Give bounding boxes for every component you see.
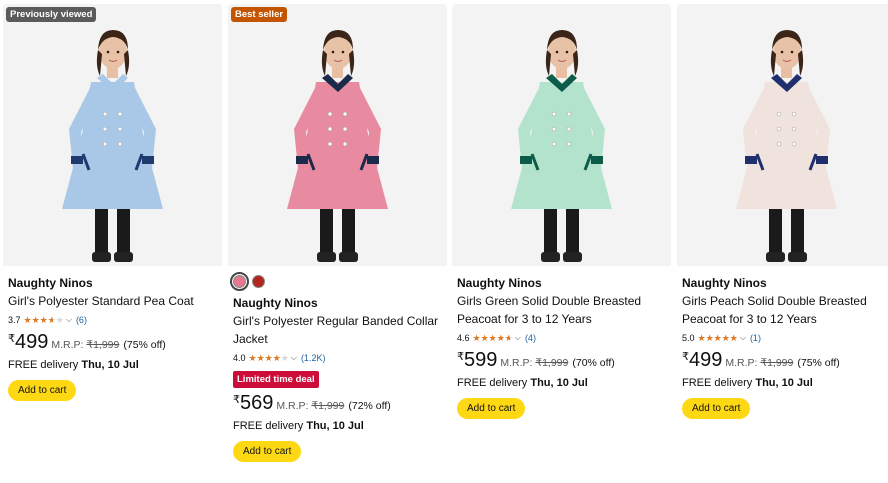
chevron-down-icon[interactable]: ⌵: [740, 333, 746, 343]
brand-name: Naughty Ninos: [233, 296, 318, 310]
color-swatch[interactable]: [252, 275, 265, 288]
brand-name: Naughty Ninos: [682, 276, 767, 290]
product-title-link[interactable]: Girls Green Solid Double Breasted Peacoa…: [457, 292, 669, 328]
discount-percent: (75% off): [797, 357, 840, 369]
delivery-date: Thu, 10 Jul: [530, 377, 588, 389]
price-row: ₹499 M.R.P: ₹1,999 (75% off): [8, 331, 220, 353]
mrp: M.R.P: ₹1,999: [500, 357, 568, 369]
discount-percent: (75% off): [123, 339, 166, 351]
product-title-link[interactable]: Girl's Polyester Standard Pea Coat: [8, 292, 220, 310]
price-row: ₹569 M.R.P: ₹1,999 (72% off): [233, 392, 445, 414]
rating-count-link[interactable]: (1): [750, 333, 761, 343]
chevron-down-icon[interactable]: ⌵: [515, 333, 521, 343]
product-info: Naughty Ninos Girl's Polyester Standard P…: [8, 271, 220, 401]
price-row: ₹599 M.R.P: ₹1,999 (70% off): [457, 349, 669, 371]
add-to-cart-button[interactable]: Add to cart: [457, 398, 526, 419]
rating-value: 4.0: [233, 353, 246, 363]
mrp-value: ₹1,999: [760, 357, 794, 369]
delivery-info: FREE delivery Thu, 10 Jul: [682, 376, 888, 390]
mrp-label: M.R.P:: [276, 400, 309, 412]
rating-count-link[interactable]: (1.2K): [301, 353, 326, 363]
rating-row[interactable]: 5.0 ★★★★★ ★★★★★ ⌵ (1): [682, 331, 888, 345]
girl-in-coat-illustration: [228, 4, 447, 266]
price: 599: [464, 349, 498, 371]
mrp: M.R.P: ₹1,999: [51, 339, 119, 351]
limited-time-deal-badge: Limited time deal: [233, 371, 319, 388]
chevron-down-icon[interactable]: ⌵: [291, 353, 297, 363]
rating-row[interactable]: 4.6 ★★★★★ ★★★★★ ⌵ (4): [457, 331, 669, 345]
best-seller-badge: Best seller: [231, 7, 288, 22]
delivery-prefix: FREE delivery: [8, 359, 79, 371]
rating-count-link[interactable]: (4): [525, 333, 536, 343]
mrp-value: ₹1,999: [311, 400, 345, 412]
currency-symbol: ₹: [682, 351, 689, 363]
mrp-value: ₹1,999: [86, 339, 120, 351]
mrp: M.R.P: ₹1,999: [725, 357, 793, 369]
add-to-cart-button[interactable]: Add to cart: [682, 398, 751, 419]
brand-name: Naughty Ninos: [457, 276, 542, 290]
girl-in-coat-illustration: [3, 4, 222, 266]
delivery-date: Thu, 10 Jul: [306, 420, 364, 432]
price: 569: [240, 392, 274, 414]
product-image[interactable]: Previously viewed: [3, 4, 222, 266]
delivery-info: FREE delivery Thu, 10 Jul: [457, 376, 669, 390]
girl-in-coat-illustration: [677, 4, 888, 266]
add-to-cart-button[interactable]: Add to cart: [233, 441, 302, 462]
price-row: ₹499 M.R.P: ₹1,999 (75% off): [682, 349, 888, 371]
rating-row[interactable]: 4.0★★★★★★★★★★⌵ (1.2K): [233, 351, 445, 365]
rating-row[interactable]: 3.7★★★★★★★★★★⌵ (6): [8, 313, 220, 327]
price: 499: [689, 349, 723, 371]
color-swatches: [230, 272, 445, 291]
product-title-link[interactable]: Girls Peach Solid Double Breasted Peacoa…: [682, 292, 888, 328]
product-info: Naughty Ninos Girls Green Solid Double Br…: [457, 271, 669, 419]
brand-name: Naughty Ninos: [8, 276, 93, 290]
product-title-link[interactable]: Girl's Polyester Regular Banded Collar J…: [233, 312, 445, 348]
add-to-cart-button[interactable]: Add to cart: [8, 380, 77, 401]
mrp-label: M.R.P:: [51, 339, 84, 351]
delivery-prefix: FREE delivery: [682, 377, 753, 389]
mrp-label: M.R.P:: [725, 357, 758, 369]
delivery-prefix: FREE delivery: [457, 377, 528, 389]
color-swatch[interactable]: [230, 272, 249, 291]
rating-count-link[interactable]: (6): [76, 315, 87, 325]
chevron-down-icon[interactable]: ⌵: [66, 315, 72, 325]
rating-value: 5.0: [682, 333, 695, 343]
discount-percent: (72% off): [348, 400, 391, 412]
product-image[interactable]: [452, 4, 671, 266]
delivery-date: Thu, 10 Jul: [81, 359, 139, 371]
delivery-date: Thu, 10 Jul: [755, 377, 813, 389]
star-rating-icon[interactable]: ★★★★★★★★★★: [698, 333, 738, 343]
currency-symbol: ₹: [233, 394, 240, 406]
product-image[interactable]: Best seller: [228, 4, 447, 266]
delivery-info: FREE delivery Thu, 10 Jul: [233, 419, 445, 433]
product-info: Naughty Ninos Girl's Polyester Regular Ba…: [230, 271, 445, 462]
rating-value: 3.7: [8, 315, 21, 325]
star-rating-icon[interactable]: ★★★★★★★★★★: [24, 315, 64, 325]
product-card[interactable]: Previously viewed Naughty Ninos Girl's Pol…: [3, 4, 222, 483]
star-rating-icon[interactable]: ★★★★★★★★★★: [249, 353, 289, 363]
product-card[interactable]: Naughty Ninos Girls Green Solid Double Br…: [452, 4, 671, 483]
previously-viewed-badge: Previously viewed: [6, 7, 97, 22]
product-image[interactable]: [677, 4, 888, 266]
product-card[interactable]: Best seller Naughty Ninos Girl's Polyester…: [228, 4, 447, 483]
mrp-label: M.R.P:: [500, 357, 533, 369]
delivery-prefix: FREE delivery: [233, 420, 304, 432]
delivery-info: FREE delivery Thu, 10 Jul: [8, 358, 220, 372]
girl-in-coat-illustration: [452, 4, 671, 266]
mrp-value: ₹1,999: [535, 357, 569, 369]
rating-value: 4.6: [457, 333, 470, 343]
product-info: Naughty Ninos Girls Peach Solid Double Br…: [682, 271, 888, 419]
price: 499: [15, 331, 49, 353]
currency-symbol: ₹: [8, 333, 15, 345]
mrp: M.R.P: ₹1,999: [276, 400, 344, 412]
star-rating-icon[interactable]: ★★★★★★★★★★: [473, 333, 513, 343]
product-grid: Previously viewed Naughty Ninos Girl's Pol…: [0, 0, 888, 483]
discount-percent: (70% off): [572, 357, 615, 369]
product-card[interactable]: Naughty Ninos Girls Peach Solid Double Br…: [677, 4, 888, 483]
currency-symbol: ₹: [457, 351, 464, 363]
